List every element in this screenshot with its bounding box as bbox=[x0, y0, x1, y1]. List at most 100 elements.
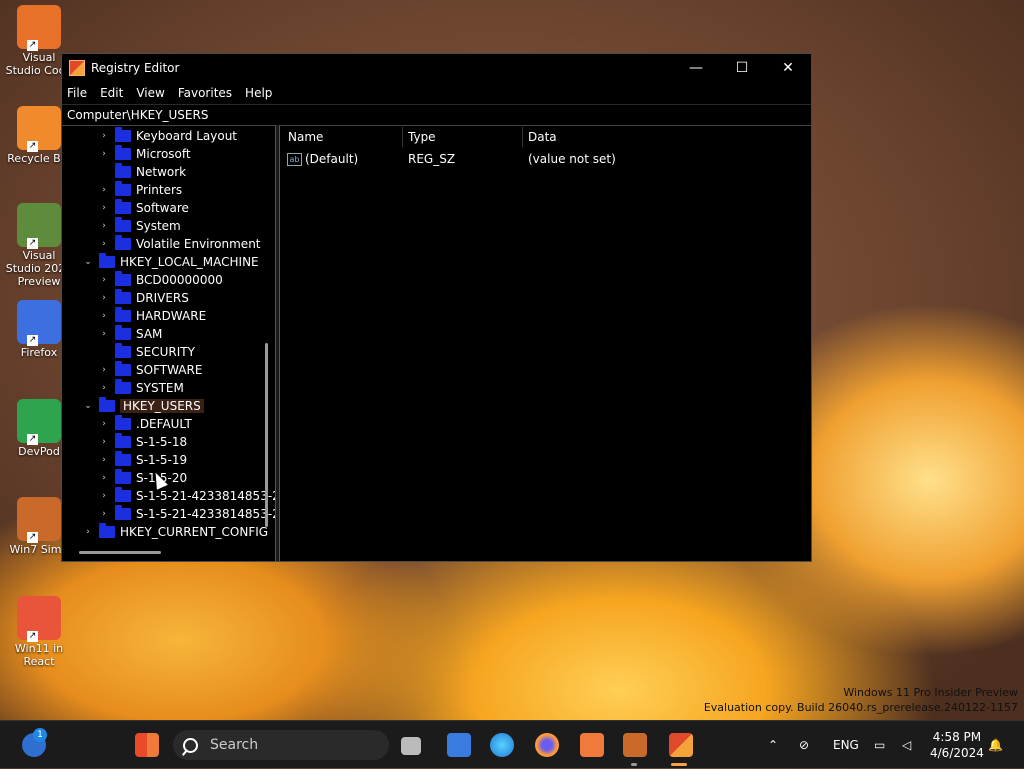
tree-node[interactable]: › Volatile Environment bbox=[99, 235, 261, 253]
widgets-badge: 1 bbox=[33, 728, 47, 742]
chevron-right-icon[interactable]: › bbox=[99, 275, 109, 285]
tree-node[interactable]: › SOFTWARE bbox=[99, 361, 202, 379]
network-icon[interactable]: ⊘ bbox=[799, 721, 809, 769]
chevron-right-icon[interactable]: › bbox=[99, 221, 109, 231]
menu-help[interactable]: Help bbox=[245, 86, 272, 100]
tree-node-label: HKEY_LOCAL_MACHINE bbox=[120, 255, 259, 269]
chevron-right-icon[interactable]: › bbox=[99, 203, 109, 213]
tree-node-label: System bbox=[136, 219, 181, 233]
column-header-type[interactable]: Type bbox=[408, 130, 436, 144]
title-bar[interactable]: Registry Editor — ☐ ✕ bbox=[62, 54, 811, 82]
task-view-icon[interactable] bbox=[401, 737, 421, 755]
tree-node[interactable]: › S-1-5-20 bbox=[99, 469, 187, 487]
tree-node[interactable]: › .DEFAULT bbox=[99, 415, 192, 433]
tree-node[interactable]: › Keyboard Layout bbox=[99, 127, 237, 145]
chevron-right-icon[interactable]: › bbox=[99, 473, 109, 483]
chevron-right-icon[interactable]: › bbox=[99, 329, 109, 339]
tree-node[interactable]: › SAM bbox=[99, 325, 162, 343]
column-header-data[interactable]: Data bbox=[528, 130, 557, 144]
menu-file[interactable]: File bbox=[67, 86, 87, 100]
folder-icon bbox=[115, 415, 131, 430]
registry-tree[interactable]: › Keyboard Layout › Microsoft Network › Printe… bbox=[62, 125, 275, 561]
display-icon[interactable]: ▭ bbox=[874, 721, 885, 769]
recycle-app-icon[interactable] bbox=[580, 733, 604, 757]
folder-icon bbox=[115, 325, 131, 340]
chevron-right-icon[interactable]: › bbox=[99, 383, 109, 393]
tree-node[interactable]: › S-1-5-18 bbox=[99, 433, 187, 451]
pane-splitter[interactable] bbox=[275, 125, 280, 561]
chevron-right-icon[interactable]: › bbox=[99, 491, 109, 501]
tree-node[interactable]: › S-1-5-19 bbox=[99, 451, 187, 469]
tree-node[interactable]: Network bbox=[99, 163, 186, 181]
tree-node-label: Software bbox=[136, 201, 189, 215]
chevron-right-icon[interactable]: › bbox=[99, 149, 109, 159]
shortcut-arrow-icon: ↗ bbox=[27, 238, 38, 249]
close-button[interactable]: ✕ bbox=[765, 54, 811, 82]
tree-node-label: BCD00000000 bbox=[136, 273, 223, 287]
tree-horizontal-scrollbar[interactable] bbox=[79, 551, 161, 554]
notifications-bell-icon[interactable]: 🔔 bbox=[988, 721, 1003, 769]
tree-node[interactable]: › BCD00000000 bbox=[99, 271, 223, 289]
language-indicator[interactable]: ENG bbox=[833, 721, 859, 769]
folder-icon bbox=[115, 235, 131, 250]
tree-node[interactable]: SECURITY bbox=[99, 343, 195, 361]
search-box[interactable]: Search bbox=[173, 730, 389, 760]
clock[interactable]: 4:58 PM 4/6/2024 bbox=[930, 729, 984, 761]
tree-node[interactable]: › System bbox=[99, 217, 181, 235]
tree-vertical-scrollbar[interactable] bbox=[265, 343, 268, 527]
file-explorer-icon[interactable] bbox=[447, 733, 471, 757]
tree-node[interactable]: ⌄ HKEY_LOCAL_MACHINE bbox=[83, 253, 259, 271]
tree-node[interactable]: ⌄ HKEY_USERS bbox=[83, 397, 204, 415]
folder-icon bbox=[115, 289, 131, 304]
folder-icon bbox=[115, 379, 131, 394]
folder-icon bbox=[115, 307, 131, 322]
app-icon: ↗ bbox=[17, 497, 61, 543]
edge-icon[interactable] bbox=[490, 733, 514, 757]
chevron-right-icon[interactable]: › bbox=[99, 185, 109, 195]
chevron-right-icon[interactable]: › bbox=[99, 239, 109, 249]
registry-editor-taskbar-icon[interactable] bbox=[669, 733, 693, 757]
column-separator[interactable] bbox=[402, 127, 403, 147]
menu-view[interactable]: View bbox=[136, 86, 164, 100]
folder-icon bbox=[115, 487, 131, 502]
app-icon: ↗ bbox=[17, 106, 61, 152]
volume-icon[interactable]: ◁ bbox=[902, 721, 911, 769]
tree-node[interactable]: › S-1-5-21-4233814853-2 bbox=[99, 505, 275, 523]
chevron-right-icon[interactable]: › bbox=[99, 437, 109, 447]
firefox-icon[interactable] bbox=[535, 733, 559, 757]
tree-node[interactable]: › DRIVERS bbox=[99, 289, 189, 307]
app-icon: ↗ bbox=[17, 203, 61, 249]
tree-node[interactable]: › HKEY_CURRENT_CONFIG bbox=[83, 523, 268, 541]
value-row-default-name[interactable]: ab (Default) bbox=[287, 152, 358, 166]
show-hidden-icons-icon[interactable]: ⌃ bbox=[768, 721, 778, 769]
desktop-icon[interactable]: ↗ Win11 in React bbox=[4, 596, 74, 668]
address-bar[interactable]: Computer\HKEY_USERS bbox=[62, 104, 811, 126]
column-separator[interactable] bbox=[522, 127, 523, 147]
start-button-icon[interactable] bbox=[135, 733, 159, 757]
chevron-right-icon[interactable]: › bbox=[99, 131, 109, 141]
chevron-right-icon[interactable]: › bbox=[99, 509, 109, 519]
tree-node[interactable]: › Microsoft bbox=[99, 145, 191, 163]
minimize-button[interactable]: — bbox=[673, 54, 719, 82]
tree-node-label: Network bbox=[136, 165, 187, 179]
chevron-right-icon[interactable]: › bbox=[99, 293, 109, 303]
win7-simu-icon[interactable] bbox=[623, 733, 647, 757]
column-header-name[interactable]: Name bbox=[288, 130, 323, 144]
chevron-right-icon[interactable]: › bbox=[99, 311, 109, 321]
chevron-right-icon[interactable]: › bbox=[83, 527, 93, 537]
tree-node[interactable]: › Printers bbox=[99, 181, 182, 199]
tree-node[interactable]: › Software bbox=[99, 199, 189, 217]
menu-edit[interactable]: Edit bbox=[100, 86, 123, 100]
menu-favorites[interactable]: Favorites bbox=[178, 86, 232, 100]
tree-node[interactable]: › HARDWARE bbox=[99, 307, 206, 325]
chevron-right-icon[interactable]: › bbox=[99, 419, 109, 429]
chevron-down-icon[interactable]: ⌄ bbox=[83, 401, 93, 411]
chevron-right-icon[interactable]: › bbox=[99, 455, 109, 465]
maximize-button[interactable]: ☐ bbox=[719, 54, 765, 82]
chevron-right-icon[interactable]: › bbox=[99, 365, 109, 375]
tree-node[interactable]: › SYSTEM bbox=[99, 379, 184, 397]
folder-icon bbox=[115, 361, 131, 376]
tree-node[interactable]: › S-1-5-21-4233814853-2 bbox=[99, 487, 275, 505]
tree-node-label: HKEY_USERS bbox=[120, 399, 204, 413]
chevron-down-icon[interactable]: ⌄ bbox=[83, 257, 93, 267]
